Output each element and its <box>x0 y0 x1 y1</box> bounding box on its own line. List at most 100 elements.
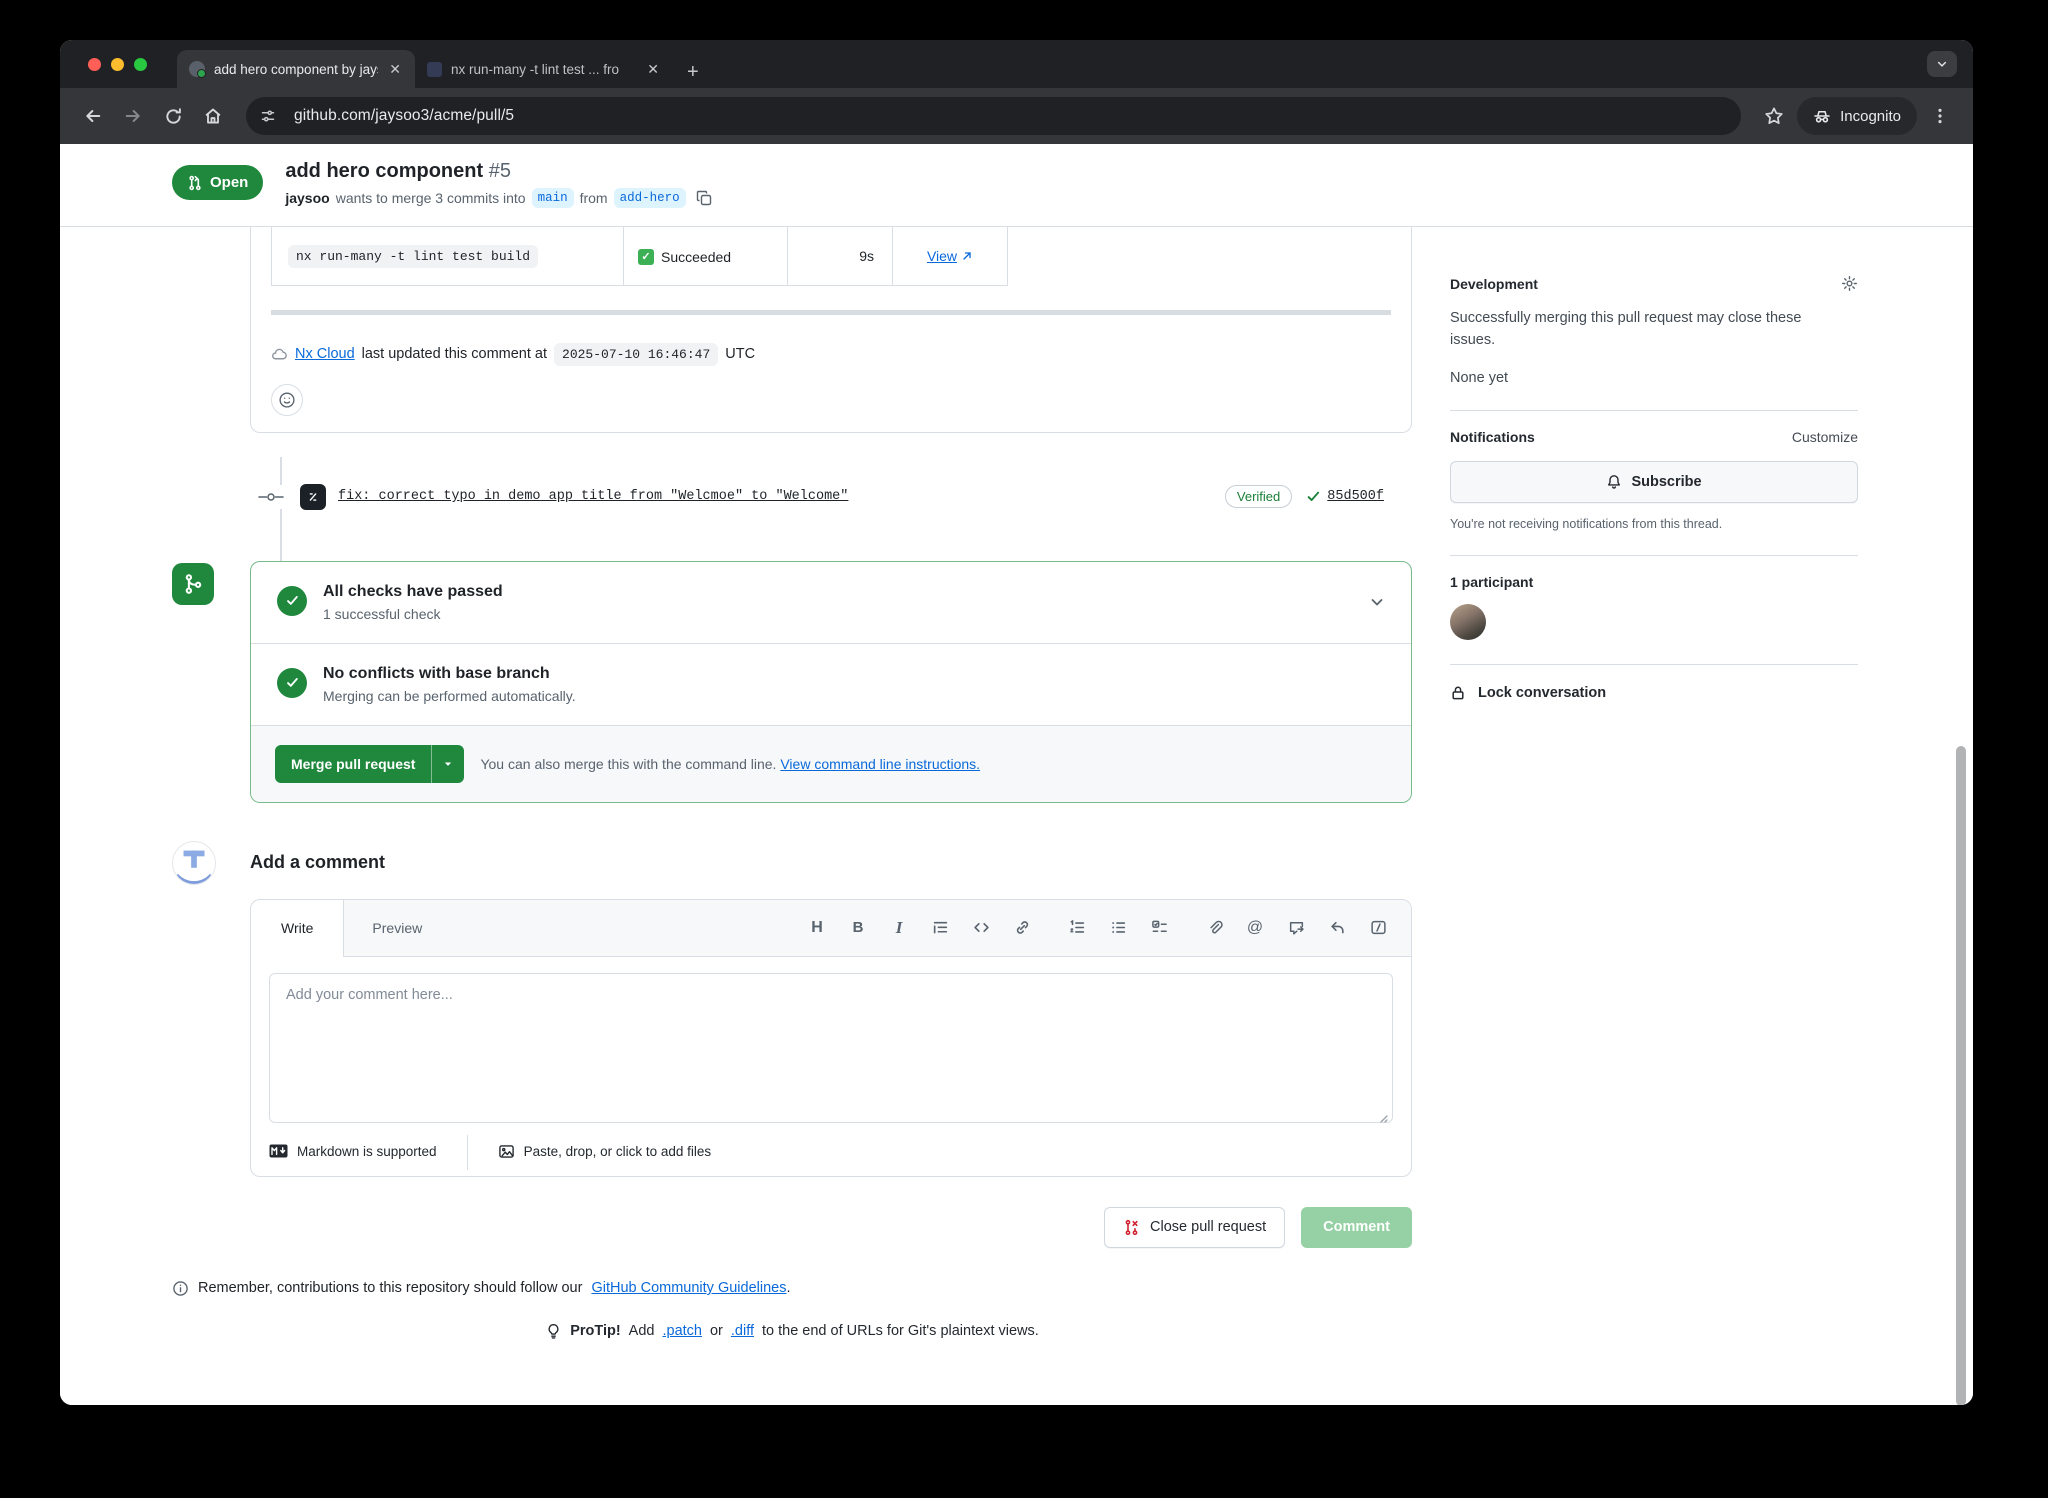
reply-icon <box>1329 919 1346 936</box>
task-list-button[interactable] <box>1150 919 1168 937</box>
pr-merge-text: wants to merge 3 commits into <box>336 190 526 206</box>
current-user-avatar[interactable] <box>172 841 216 885</box>
reload-icon <box>164 107 183 126</box>
close-window-button[interactable] <box>88 58 101 71</box>
customize-link[interactable]: Customize <box>1792 429 1858 445</box>
pr-title-block: add hero component #5 jaysoo wants to me… <box>285 160 711 208</box>
community-guidelines-link[interactable]: GitHub Community Guidelines <box>591 1280 786 1296</box>
quote-button[interactable] <box>931 919 949 937</box>
attach-file-button[interactable] <box>1205 919 1223 937</box>
forward-button[interactable] <box>116 99 150 133</box>
success-check-icon: ✓ <box>638 249 654 265</box>
guidelines-note: Remember, contributions to this reposito… <box>172 1280 1412 1297</box>
browser-menu-button[interactable] <box>1923 99 1957 133</box>
nx-cloud-link[interactable]: Nx Cloud <box>295 346 355 362</box>
home-icon <box>203 106 223 126</box>
merge-area: All checks have passed 1 successful chec… <box>172 561 1412 803</box>
slash-commands-button[interactable] <box>1369 919 1387 937</box>
pr-number: #5 <box>489 160 511 182</box>
home-button[interactable] <box>196 99 230 133</box>
tab-search-button[interactable] <box>1927 51 1957 77</box>
participants-section: 1 participant <box>1450 556 1858 665</box>
info-icon <box>172 1280 189 1297</box>
reply-button[interactable] <box>1328 919 1346 937</box>
tab-pull-request[interactable]: add hero component by jayso ✕ <box>177 50 415 88</box>
gear-icon <box>1841 275 1858 292</box>
tab-preview[interactable]: Preview <box>344 900 450 956</box>
minimize-window-button[interactable] <box>111 58 124 71</box>
bell-icon <box>1606 474 1622 490</box>
close-pull-request-button[interactable]: Close pull request <box>1104 1207 1285 1248</box>
pr-author[interactable]: jaysoo <box>285 190 329 206</box>
url-text[interactable]: github.com/jaysoo3/acme/pull/5 <box>294 107 514 125</box>
italic-button[interactable]: I <box>890 919 908 937</box>
lock-conversation-button[interactable]: Lock conversation <box>1450 665 1858 701</box>
tab-close-icon[interactable]: ✕ <box>645 61 661 78</box>
merge-pull-request-button[interactable]: Merge pull request <box>275 745 431 783</box>
ci-status-table: nx run-many -t lint test build ✓ Succeed… <box>271 227 1008 286</box>
site-settings-icon[interactable] <box>254 102 282 130</box>
github-favicon-icon <box>189 61 205 77</box>
lightbulb-icon <box>545 1323 562 1340</box>
conflicts-section: No conflicts with base branch Merging ca… <box>251 643 1411 725</box>
patch-link[interactable]: .patch <box>662 1323 702 1339</box>
development-settings-button[interactable] <box>1841 275 1858 292</box>
commit-author-avatar[interactable] <box>300 484 326 510</box>
checks-subtitle: 1 successful check <box>323 606 503 622</box>
merge-status-box: All checks have passed 1 successful chec… <box>250 561 1412 803</box>
cli-merge-text: You can also merge this with the command… <box>480 756 980 772</box>
paste-files-note[interactable]: Paste, drop, or click to add files <box>498 1143 712 1160</box>
add-reaction-button[interactable] <box>271 384 303 416</box>
base-branch-label[interactable]: main <box>532 188 574 208</box>
commit-message-link[interactable]: fix: correct typo in demo app title from… <box>338 489 1225 504</box>
participant-avatar[interactable] <box>1450 604 1486 640</box>
comment-submit-button[interactable]: Comment <box>1301 1207 1412 1248</box>
reload-button[interactable] <box>156 99 190 133</box>
maximize-window-button[interactable] <box>134 58 147 71</box>
check-icon <box>1306 489 1321 504</box>
back-button[interactable] <box>76 99 110 133</box>
new-tab-button[interactable]: + <box>673 61 713 88</box>
tab-write[interactable]: Write <box>251 900 344 957</box>
nx-updated-text: last updated this comment at <box>362 346 547 362</box>
bullet-list-button[interactable] <box>1109 919 1127 937</box>
copy-branch-button[interactable] <box>696 190 712 206</box>
bold-button[interactable]: B <box>849 919 867 937</box>
scrollbar-thumb[interactable] <box>1956 746 1966 1405</box>
heading-button[interactable]: H <box>808 919 826 937</box>
git-commit-icon <box>258 485 284 509</box>
ci-duration: 9s <box>788 227 893 285</box>
tab-close-icon[interactable]: ✕ <box>387 61 403 78</box>
comment-textarea[interactable] <box>269 973 1393 1123</box>
address-bar[interactable]: github.com/jaysoo3/acme/pull/5 <box>246 97 1741 135</box>
code-button[interactable] <box>972 919 990 937</box>
pr-header: Open add hero component #5 jaysoo wants … <box>60 144 1973 227</box>
mention-button[interactable]: @ <box>1246 919 1264 937</box>
merge-options-button[interactable] <box>431 745 464 783</box>
github-page: Open add hero component #5 jaysoo wants … <box>60 144 1973 1405</box>
lock-icon <box>1450 685 1466 701</box>
subscribe-button[interactable]: Subscribe <box>1450 461 1858 503</box>
tab-ci-run[interactable]: nx run-many -t lint test ... fro ✕ <box>415 50 673 88</box>
browser-toolbar: github.com/jaysoo3/acme/pull/5 Incognito <box>60 88 1973 144</box>
resize-grip[interactable] <box>1377 1112 1389 1124</box>
commit-row: fix: correct typo in demo app title from… <box>172 433 1412 561</box>
diff-link[interactable]: .diff <box>731 1323 754 1339</box>
verified-badge[interactable]: Verified <box>1225 485 1292 508</box>
from-text: from <box>580 190 608 206</box>
git-pull-request-icon <box>187 175 203 191</box>
cloud-icon <box>271 346 288 363</box>
numbered-list-button[interactable] <box>1068 919 1086 937</box>
forward-arrow-icon <box>123 106 143 126</box>
cli-instructions-link[interactable]: View command line instructions. <box>780 756 980 772</box>
link-button[interactable] <box>1013 919 1031 937</box>
head-branch-label[interactable]: add-hero <box>614 188 686 208</box>
ci-view-link[interactable]: View <box>927 248 973 264</box>
markdown-note[interactable]: Markdown is supported <box>269 1144 437 1159</box>
kebab-menu-icon <box>1931 107 1949 125</box>
bookmark-button[interactable] <box>1757 99 1791 133</box>
commit-sha-link[interactable]: 85d500f <box>1327 489 1384 504</box>
expand-checks-button[interactable] <box>1369 594 1385 610</box>
cross-reference-button[interactable] <box>1287 919 1305 937</box>
slash-command-icon <box>1370 919 1387 936</box>
